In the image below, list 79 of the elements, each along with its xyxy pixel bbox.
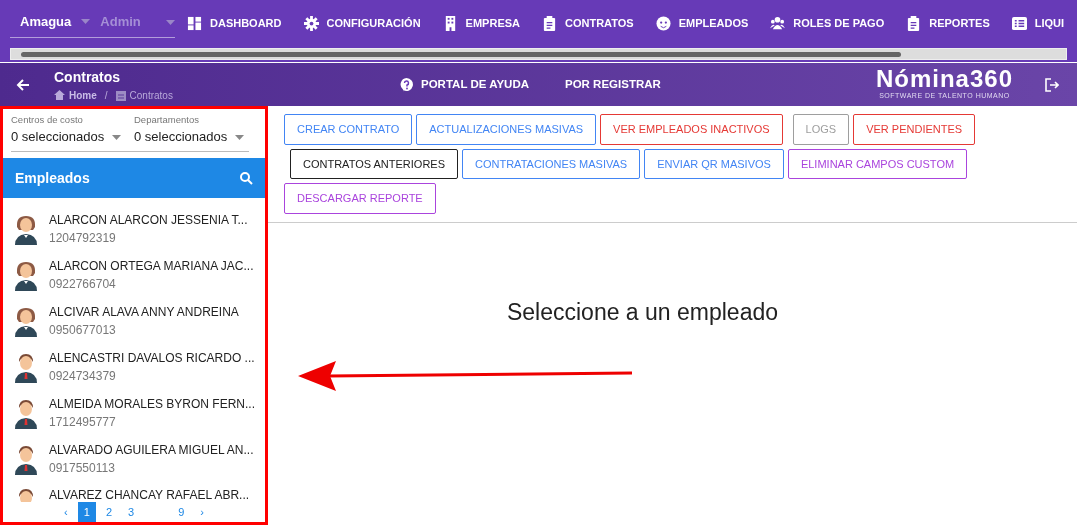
employee-name: ALMEIDA MORALES BYRON FERN... xyxy=(48,396,255,413)
action-button[interactable]: ENVIAR QR MASIVOS xyxy=(644,148,784,179)
caret-icon xyxy=(112,134,122,140)
employee-name: ALVARADO AGUILERA MIGUEL AN... xyxy=(49,442,254,459)
menu-item[interactable]: ROLES DE PAGO xyxy=(770,14,885,32)
action-button[interactable]: CREAR CONTRATO xyxy=(284,114,413,145)
action-button[interactable]: CONTRATOS ANTERIORES xyxy=(290,148,458,179)
employee-name: ALARCON ALARCON JESSENIA T... xyxy=(49,212,248,229)
page-button[interactable]: 2 xyxy=(99,501,118,522)
employee-item[interactable]: ALENCASTRI DAVALOS RICARDO ... 0924734379 xyxy=(3,344,265,390)
avatar-icon xyxy=(13,305,39,337)
employee-item[interactable]: ALVAREZ CHANCAY RAFAEL ABR... xyxy=(3,482,265,502)
breadcrumb-current: Contratos xyxy=(129,88,173,103)
settings-icon xyxy=(303,15,319,31)
avatar-icon xyxy=(13,213,39,245)
action-button[interactable]: VER EMPLEADOS INACTIVOS xyxy=(600,114,783,145)
filter-select[interactable]: Centros de costo 0 seleccionados xyxy=(11,113,126,147)
header-link[interactable]: POR REGISTRAR xyxy=(559,74,667,95)
header-link[interactable]: PORTAL DE AYUDA xyxy=(394,74,535,95)
logo: Nómina360 xyxy=(875,67,1013,92)
people-icon xyxy=(770,15,786,31)
list-icon xyxy=(1011,15,1027,31)
face-icon xyxy=(655,15,671,31)
menu-item[interactable]: DASHBOARD xyxy=(187,14,282,32)
caret-icon xyxy=(166,19,175,25)
clipboard-icon xyxy=(542,15,557,31)
menu-item[interactable]: LIQUI xyxy=(1011,14,1065,32)
action-button[interactable]: VER PENDIENTES xyxy=(853,114,976,145)
employee-item[interactable]: ALARCON ALARCON JESSENIA T... 1204792319 xyxy=(3,206,265,252)
action-button[interactable]: CONTRATACIONES MASIVAS xyxy=(462,148,641,179)
menu-item[interactable]: CONFIGURACIÓN xyxy=(303,14,421,32)
employee-item[interactable]: ALARCON ORTEGA MARIANA JAC... 0922766704 xyxy=(3,252,265,298)
caret-icon xyxy=(81,19,91,24)
avatar-icon xyxy=(13,259,39,291)
help-icon xyxy=(400,77,413,92)
employee-id: 0917550113 xyxy=(49,460,116,477)
page-title: Contratos xyxy=(54,67,122,87)
empty-message: Seleccione a un empleado xyxy=(506,297,779,327)
scrollbar[interactable] xyxy=(10,48,1067,60)
employee-id: 1712495777 xyxy=(48,414,117,431)
employee-item[interactable]: ALCIVAR ALAVA ANNY ANDREINA 0950677013 xyxy=(3,298,265,344)
page-button[interactable]: 1 xyxy=(77,501,96,522)
account-selector[interactable]: Amagua Admin xyxy=(10,7,175,39)
menu-item[interactable]: EMPLEADOS xyxy=(655,14,749,32)
avatar-icon xyxy=(13,443,39,475)
menu-item[interactable]: REPORTES xyxy=(906,14,990,32)
company-name: Amagua xyxy=(20,12,72,31)
search-icon[interactable] xyxy=(240,171,253,185)
employee-id: 1204792319 xyxy=(49,230,117,247)
avatar-icon xyxy=(13,397,39,429)
employee-name: ALARCON ORTEGA MARIANA JAC... xyxy=(49,258,254,275)
action-button[interactable]: ACTUALIZACIONES MASIVAS xyxy=(416,114,597,145)
employee-id: 0924734379 xyxy=(49,368,117,385)
employee-name: ALCIVAR ALAVA ANNY ANDREINA xyxy=(49,304,239,321)
clipboard-icon xyxy=(906,15,922,31)
caret-icon xyxy=(235,134,245,140)
employee-name: ALVAREZ CHANCAY RAFAEL ABR... xyxy=(49,487,250,502)
clipboard-icon xyxy=(115,89,126,101)
avatar-icon xyxy=(13,351,39,383)
action-button[interactable]: DESCARGAR REPORTE xyxy=(284,183,436,214)
menu-item[interactable]: EMPRESA xyxy=(442,14,520,32)
menu-item[interactable]: CONTRATOS xyxy=(542,14,634,32)
previous-page-button[interactable]: ‹ xyxy=(58,501,74,522)
panel-title: Empleados xyxy=(15,168,90,188)
employee-item[interactable]: ALMEIDA MORALES BYRON FERN... 1712495777 xyxy=(3,390,265,436)
dashboard-icon xyxy=(187,15,202,31)
employee-name: ALENCASTRI DAVALOS RICARDO ... xyxy=(49,350,255,367)
role-name: Admin xyxy=(100,12,141,31)
breadcrumb-separator: / xyxy=(104,88,108,103)
action-button[interactable]: ELIMINAR CAMPOS CUSTOM xyxy=(787,148,968,179)
employee-id: 0950677013 xyxy=(49,322,117,339)
employee-id: 0922766704 xyxy=(49,276,117,293)
employee-item[interactable]: ALVARADO AGUILERA MIGUEL AN... 0917550113 xyxy=(3,436,265,482)
page-button[interactable]: 9 xyxy=(172,501,191,522)
breadcrumb-link[interactable]: Home xyxy=(69,87,97,103)
home-icon xyxy=(54,90,65,100)
filter-select[interactable]: Departamentos 0 seleccionados xyxy=(134,113,249,147)
next-page-button[interactable]: › xyxy=(194,501,210,522)
page-button[interactable]: 3 xyxy=(122,501,141,522)
